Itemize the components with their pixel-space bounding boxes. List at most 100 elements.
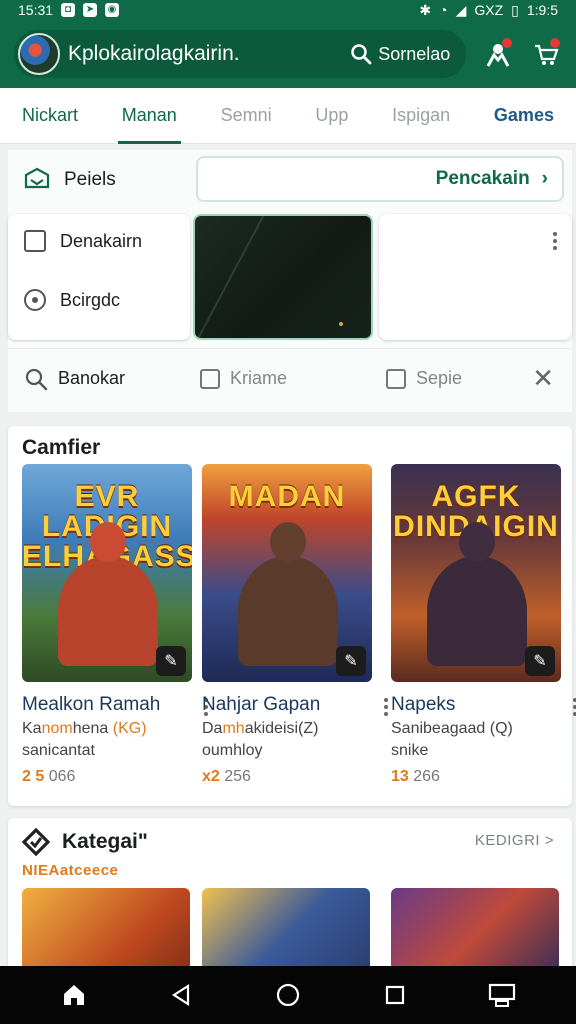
tab-games[interactable]: Games: [494, 88, 554, 144]
tab-ispigan[interactable]: Ispigan: [392, 88, 450, 144]
game-title: Napeks: [391, 694, 456, 715]
tab-semni[interactable]: Semni: [221, 88, 272, 144]
search-button[interactable]: Sornelao: [350, 43, 460, 65]
filter-sepie-label: Sepie: [416, 368, 463, 388]
screen-icon: [489, 983, 516, 1007]
network-text: GXZ: [474, 2, 504, 18]
game-title: Nahjar Gapan: [202, 694, 321, 715]
battery-icon: ▯: [511, 1, 519, 18]
game-logo-text: MADAN: [228, 480, 346, 513]
game-genre: oumhloy: [202, 742, 263, 759]
game-character-art: [238, 556, 338, 666]
kategori-thumbnail[interactable]: [391, 888, 559, 978]
game-character-art: [427, 556, 527, 666]
option-bcirgdc-label: Bcirgdc: [60, 289, 121, 310]
screenshot-button[interactable]: [482, 975, 522, 1015]
game-developer: Sanibeagaad (Q): [391, 720, 513, 737]
kategori-see-all-link[interactable]: KEDIGRI >: [475, 832, 554, 849]
search-icon: [25, 368, 48, 390]
system-nav-bar: [0, 966, 576, 1024]
kategori-title: Kategai": [62, 830, 148, 853]
checkbox[interactable]: [200, 368, 220, 389]
status-bar: 15:31 ◘ ➤ ◉ ✱ ◔ ◢ GXZ ▯ 1:9:5: [0, 0, 576, 20]
game-thumbnail[interactable]: AGFK DINDAIGIN ✎: [391, 464, 561, 682]
status-time: 15:31: [18, 2, 54, 18]
home-icon: [63, 985, 84, 1005]
option-denakairn[interactable]: Denakairn: [24, 230, 142, 252]
circle-icon: [276, 983, 300, 1007]
avatar[interactable]: [18, 33, 60, 75]
pencakain-label: Pencakain: [435, 168, 530, 189]
mail-box-icon: [24, 167, 50, 189]
game-rating: x2 256: [202, 768, 251, 785]
more-options-icon[interactable]: [384, 698, 388, 716]
back-button[interactable]: [161, 975, 201, 1015]
kategori-section: Kategai" KEDIGRI > NIEAatceece: [8, 818, 572, 978]
bluetooth-icon: ✱: [419, 1, 432, 18]
radio-button[interactable]: [24, 289, 46, 311]
tab-manan[interactable]: Manan: [117, 88, 181, 144]
cart-button[interactable]: [530, 38, 562, 70]
search-label: Sornelao: [378, 43, 451, 64]
filter-row: Banokar Kriame Sepie ✕: [8, 348, 572, 408]
video-preview[interactable]: [193, 214, 373, 340]
back-triangle-icon: [171, 983, 189, 1007]
status-clock: 1:9:5: [526, 2, 558, 18]
search-bar[interactable]: Kplokairolagkairin. Sornelao: [14, 30, 467, 78]
kategori-thumbnail[interactable]: [22, 888, 190, 978]
game-developer: Damhakideisi(Z): [202, 720, 319, 737]
empty-card: [379, 214, 572, 340]
filter-kriame[interactable]: Kriame: [200, 368, 287, 389]
notification-icon: ◘: [61, 3, 76, 17]
pin-icon[interactable]: ✎: [336, 646, 366, 676]
game-title: Mealkon Ramah: [22, 694, 161, 715]
app-header: Kplokairolagkairin. Sornelao: [0, 20, 576, 88]
game-developer: Kanomhena (KG): [22, 720, 147, 737]
signal-icon: ◢: [455, 1, 467, 18]
tag-icon: [22, 828, 50, 856]
overview-home-button[interactable]: [268, 975, 308, 1015]
home-button[interactable]: [54, 975, 94, 1015]
game-card[interactable]: AGFK DINDAIGIN ✎ Napeks Sanibeagaad (Q) …: [391, 464, 576, 786]
filter-sepie[interactable]: Sepie: [386, 368, 462, 389]
peiels-label: Peiels: [64, 169, 116, 190]
game-genre: sanicantat: [22, 742, 95, 759]
filter-panel: Peiels Pencakain › Denakairn Bcirgdc Ban…: [8, 150, 572, 412]
pin-icon[interactable]: ✎: [525, 646, 555, 676]
cart-badge: [550, 38, 560, 48]
games-section: Camfier EVR LADIGIN ELHAGASS ✎ Mealkon R…: [8, 426, 576, 806]
square-icon: [386, 985, 405, 1005]
app-title: Kplokairolagkairin.: [68, 42, 240, 65]
game-rating: 13 266: [391, 768, 440, 785]
more-options-icon[interactable]: [552, 232, 558, 250]
search-filter-label: Banokar: [58, 368, 126, 388]
recents-button[interactable]: [375, 975, 415, 1015]
options-card: Denakairn Bcirgdc: [8, 214, 190, 340]
kategori-thumbnail[interactable]: [202, 888, 370, 978]
kategori-subtitle: NIEAatceece: [22, 862, 119, 879]
peiels-item[interactable]: Peiels: [24, 167, 116, 193]
checkbox[interactable]: [24, 230, 46, 252]
game-character-art: [58, 556, 158, 666]
option-bcirgdc[interactable]: Bcirgdc: [24, 289, 120, 311]
wifi-icon: ◔: [439, 2, 448, 18]
pin-icon[interactable]: ✎: [156, 646, 186, 676]
tab-nickart[interactable]: Nickart: [22, 88, 78, 144]
tab-upp[interactable]: Upp: [315, 88, 348, 144]
navigation-icon: ➤: [83, 3, 98, 17]
profile-button[interactable]: [482, 38, 514, 70]
search-filter[interactable]: Banokar: [24, 367, 125, 391]
game-genre: snike: [391, 742, 429, 759]
chevron-right-icon: ›: [541, 168, 548, 189]
tab-bar: Nickart Manan Semni Upp Ispigan Games: [0, 88, 576, 144]
game-thumbnail[interactable]: MADAN ✎: [202, 464, 372, 682]
close-icon[interactable]: ✕: [532, 363, 554, 394]
pencakain-button[interactable]: Pencakain ›: [196, 156, 564, 202]
game-card[interactable]: EVR LADIGIN ELHAGASS ✎ Mealkon Ramah Kan…: [22, 464, 208, 786]
game-card[interactable]: MADAN ✎ Nahjar Gapan Damhakideisi(Z) oum…: [202, 464, 388, 786]
game-thumbnail[interactable]: EVR LADIGIN ELHAGASS ✎: [22, 464, 192, 682]
checkbox[interactable]: [386, 368, 406, 389]
camera-icon: ◉: [105, 3, 120, 17]
filter-kriame-label: Kriame: [230, 368, 288, 388]
option-denakairn-label: Denakairn: [60, 230, 143, 251]
